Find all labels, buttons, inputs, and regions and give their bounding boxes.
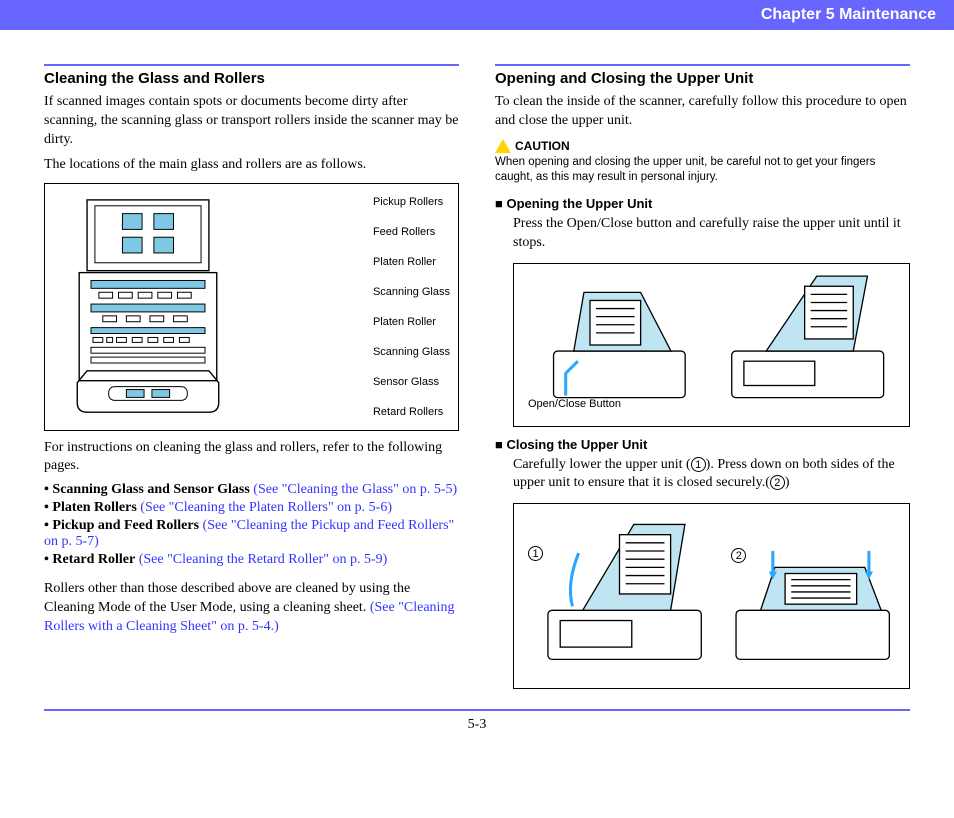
diagram-label-pickup-rollers: Pickup Rollers bbox=[373, 196, 450, 208]
right-column: Opening and Closing the Upper Unit To cl… bbox=[495, 64, 910, 699]
bullet-scanning-glass-link[interactable]: (See "Cleaning the Glass" on p. 5-5) bbox=[250, 482, 457, 497]
closing-figure-svg bbox=[514, 504, 909, 688]
right-section-title: Opening and Closing the Upper Unit bbox=[495, 70, 910, 87]
bullet-platen-rollers-bold: • Platen Rollers bbox=[44, 500, 137, 515]
page-footer: 5-3 bbox=[44, 709, 910, 733]
left-para-4-text: Rollers other than those described above… bbox=[44, 581, 410, 615]
opening-subhead: ■ Opening the Upper Unit bbox=[495, 196, 910, 211]
diagram-label-platen-roller-1: Platen Roller bbox=[373, 256, 450, 268]
caution-icon bbox=[495, 139, 511, 153]
left-para-4: Rollers other than those described above… bbox=[44, 580, 459, 637]
left-para-1: If scanned images contain spots or docum… bbox=[44, 93, 459, 150]
bullet-platen-rollers: • Platen Rollers (See "Cleaning the Plat… bbox=[44, 500, 459, 516]
bullet-scanning-glass: • Scanning Glass and Sensor Glass (See "… bbox=[44, 482, 459, 498]
closing-body-num1: 1 bbox=[691, 457, 706, 472]
closing-subhead: ■ Closing the Upper Unit bbox=[495, 437, 910, 452]
bullet-retard-roller: • Retard Roller (See "Cleaning the Retar… bbox=[44, 552, 459, 568]
roller-diagram: Pickup Rollers Feed Rollers Platen Rolle… bbox=[44, 183, 459, 431]
left-para-3: For instructions on cleaning the glass a… bbox=[44, 439, 459, 477]
closing-body-a: Carefully lower the upper unit ( bbox=[513, 457, 691, 472]
diagram-label-retard-rollers: Retard Rollers bbox=[373, 406, 450, 418]
right-para-1: To clean the inside of the scanner, care… bbox=[495, 93, 910, 131]
diagram-label-feed-rollers: Feed Rollers bbox=[373, 226, 450, 238]
bullet-pickup-feed-rollers: • Pickup and Feed Rollers (See "Cleaning… bbox=[44, 518, 459, 550]
scanner-front-svg bbox=[53, 194, 243, 420]
opening-figure: Open/Close Button bbox=[513, 263, 910, 427]
page-columns: Cleaning the Glass and Rollers If scanne… bbox=[0, 30, 954, 709]
left-column: Cleaning the Glass and Rollers If scanne… bbox=[44, 64, 459, 699]
closing-figure: 1 2 bbox=[513, 503, 910, 689]
caution-body: When opening and closing the upper unit,… bbox=[495, 155, 910, 186]
bullet-pickup-feed-rollers-bold: • Pickup and Feed Rollers bbox=[44, 518, 199, 533]
chapter-header: Chapter 5 Maintenance bbox=[0, 0, 954, 30]
closing-body-num2: 2 bbox=[770, 475, 785, 490]
diagram-label-scanning-glass-2: Scanning Glass bbox=[373, 346, 450, 358]
open-close-button-label: Open/Close Button bbox=[528, 398, 621, 410]
bullet-scanning-glass-bold: • Scanning Glass and Sensor Glass bbox=[44, 482, 250, 497]
diagram-label-sensor-glass: Sensor Glass bbox=[373, 376, 450, 388]
caution-header: CAUTION bbox=[495, 139, 910, 153]
bullet-retard-roller-bold: • Retard Roller bbox=[44, 552, 135, 567]
diagram-label-scanning-glass-1: Scanning Glass bbox=[373, 286, 450, 298]
caution-label: CAUTION bbox=[515, 139, 570, 153]
bullet-platen-rollers-link[interactable]: (See "Cleaning the Platen Rollers" on p.… bbox=[137, 500, 392, 515]
closing-body: Carefully lower the upper unit (1). Pres… bbox=[513, 456, 910, 494]
closing-body-c: ) bbox=[785, 475, 790, 490]
diagram-label-platen-roller-2: Platen Roller bbox=[373, 316, 450, 328]
left-para-2: The locations of the main glass and roll… bbox=[44, 156, 459, 175]
left-section-title: Cleaning the Glass and Rollers bbox=[44, 70, 459, 87]
bullet-retard-roller-link[interactable]: (See "Cleaning the Retard Roller" on p. … bbox=[135, 552, 387, 567]
opening-body: Press the Open/Close button and carefull… bbox=[513, 215, 910, 253]
